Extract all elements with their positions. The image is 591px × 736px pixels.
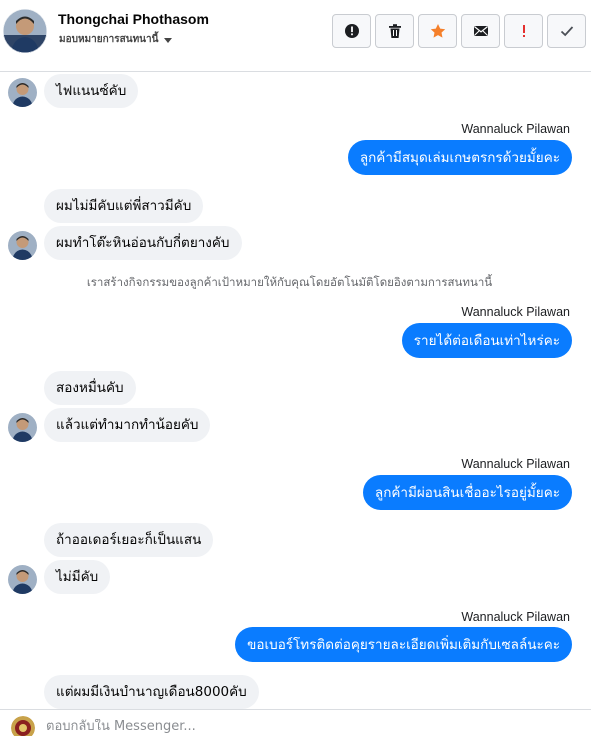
incoming-message: สองหมื่นคับ (44, 371, 136, 405)
mark-spam-button[interactable] (332, 14, 371, 48)
contact-avatar-small (8, 565, 37, 594)
star-button[interactable] (418, 14, 457, 48)
exclamation-icon (522, 25, 525, 37)
delete-button[interactable] (375, 14, 414, 48)
outgoing-message: รายได้ต่อเดือนเท่าไหร่คะ (401, 323, 572, 358)
page-avatar (11, 716, 35, 736)
sender-name: Wannaluck Pilawan (461, 122, 570, 136)
incoming-message: ไม่มีคับ (44, 560, 111, 594)
mark-unread-button[interactable] (461, 14, 500, 48)
incoming-message: ผมทำโต๊ะหินอ่อนกับกี่ตยางคับ (44, 226, 242, 260)
envelope-icon (473, 26, 488, 36)
incoming-message: ถ้าออเดอร์เยอะก็เป็นแสน (44, 523, 214, 557)
conversation-header: Thongchai Phothasom มอบหมายการสนทนานี้ (0, 0, 591, 72)
system-notice: เราสร้างกิจกรรมของลูกค้าเป้าหมายให้กับคุ… (86, 275, 493, 289)
sender-name: Wannaluck Pilawan (461, 457, 570, 471)
trash-icon (388, 24, 401, 38)
assign-label: มอบหมายการสนทนานี้ (59, 34, 159, 45)
outgoing-message: ลูกค้ามีผ่อนสินเชื่ออะไรอยู่มั้ยคะ (362, 475, 572, 510)
follow-up-button[interactable] (504, 14, 543, 48)
incoming-message: ผมไม่มีคับแต่พี่สาวมีคับ (44, 189, 204, 223)
outgoing-message: ขอเบอร์โทรติดต่อคุยรายละเอียดเพิ่มเติมกั… (235, 627, 572, 662)
incoming-message: แต่ผมมีเงินบำนาญเดือน8000คับ (44, 675, 259, 709)
contact-avatar-small (8, 413, 37, 442)
incoming-message: ไฟแนนซ์คับ (44, 74, 139, 108)
sender-name: Wannaluck Pilawan (461, 305, 570, 319)
reply-input[interactable] (46, 719, 566, 734)
alert-circle-icon (344, 24, 359, 38)
contact-name: Thongchai Phothasom (58, 11, 209, 27)
check-icon (560, 26, 573, 37)
contact-avatar-small (8, 78, 37, 107)
star-icon (430, 24, 445, 38)
contact-avatar[interactable] (3, 9, 47, 53)
incoming-message: แล้วแต่ทำมากทำน้อยคับ (44, 408, 211, 442)
caret-down-icon (164, 37, 173, 43)
contact-avatar-small (8, 231, 37, 260)
mark-done-button[interactable] (547, 14, 586, 48)
outgoing-message: ลูกค้ามีสมุดเล่มเกษตรกรด้วยมั้ยคะ (347, 140, 572, 175)
sender-name: Wannaluck Pilawan (461, 610, 570, 624)
assign-conversation-dropdown[interactable]: มอบหมายการสนทนานี้ (59, 32, 173, 47)
reply-composer (0, 709, 591, 736)
